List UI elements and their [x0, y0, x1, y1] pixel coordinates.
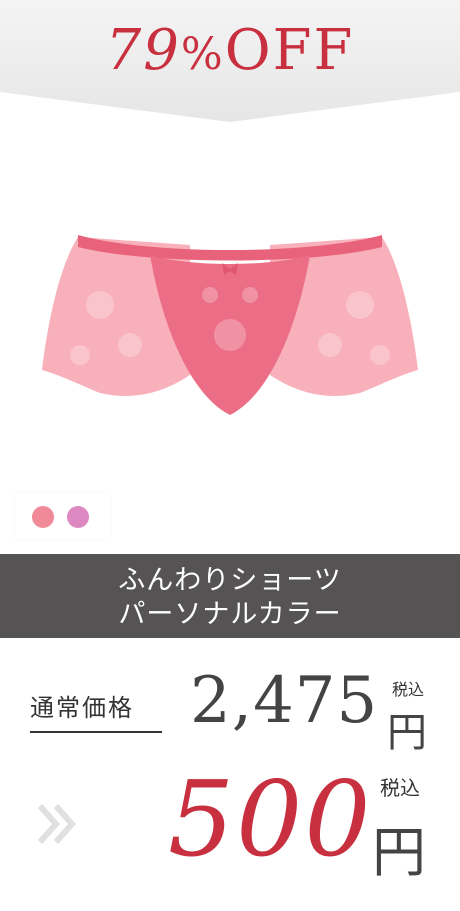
regular-price: 2,475 — [190, 664, 379, 738]
discount-banner: 79%OFF — [0, 0, 460, 128]
sale-currency: 円 — [372, 821, 426, 884]
product-name-line1: ふんわりショーツ — [118, 565, 342, 596]
swatch-pink[interactable] — [32, 506, 54, 528]
sale-price: 500 — [168, 758, 373, 880]
product-image-area — [0, 130, 460, 550]
product-name-line2: パーソナルカラー — [118, 599, 342, 630]
regular-tax-label: 税込 — [392, 680, 425, 699]
color-swatches — [15, 492, 111, 540]
double-chevron-right-icon — [37, 804, 77, 844]
swatch-lilac[interactable] — [67, 506, 89, 528]
discount-text: 79%OFF — [0, 18, 460, 83]
regular-price-label: 通常価格 — [30, 688, 162, 733]
discount-number: 79 — [105, 18, 181, 83]
discount-word: OFF — [224, 18, 355, 83]
panty-image — [42, 235, 418, 415]
product-name-band: ふんわりショーツ パーソナルカラー — [0, 554, 460, 638]
regular-currency: 円 — [387, 710, 427, 756]
discount-percent: % — [180, 29, 225, 80]
sale-tax-label: 税込 — [380, 776, 420, 800]
